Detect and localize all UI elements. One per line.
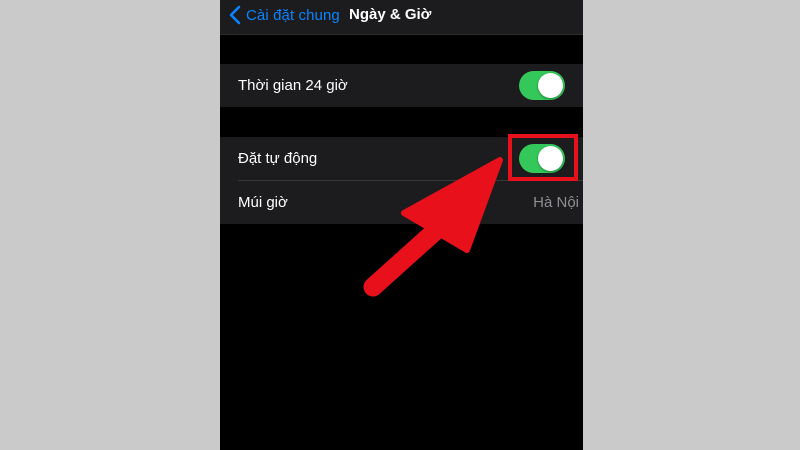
back-button[interactable]: Cài đặt chung bbox=[228, 3, 340, 27]
row-set-automatically: Đặt tự động bbox=[220, 137, 583, 180]
toggle-knob bbox=[538, 146, 563, 171]
row-label-24-hour-time: Thời gian 24 giờ bbox=[238, 77, 348, 94]
row-label-time-zone: Múi giờ bbox=[238, 194, 288, 211]
row-24-hour-time: Thời gian 24 giờ bbox=[220, 64, 583, 107]
toggle-24-hour-time[interactable] bbox=[519, 71, 565, 100]
row-time-zone[interactable]: Múi giờ Hà Nội bbox=[238, 180, 583, 224]
chevron-left-icon bbox=[229, 5, 241, 25]
back-label: Cài đặt chung bbox=[246, 6, 340, 24]
page-title: Ngày & Giờ bbox=[349, 6, 432, 23]
settings-screen: Cài đặt chung Ngày & Giờ Thời gian 24 gi… bbox=[220, 0, 583, 450]
toggle-set-automatically[interactable] bbox=[519, 144, 565, 173]
settings-group-auto: Đặt tự động Múi giờ Hà Nội bbox=[220, 137, 583, 224]
navigation-bar: Cài đặt chung Ngày & Giờ bbox=[220, 0, 583, 35]
toggle-knob bbox=[538, 73, 563, 98]
time-zone-value: Hà Nội bbox=[533, 194, 579, 211]
row-label-set-automatically: Đặt tự động bbox=[238, 150, 318, 167]
settings-group-time-format: Thời gian 24 giờ bbox=[220, 64, 583, 107]
